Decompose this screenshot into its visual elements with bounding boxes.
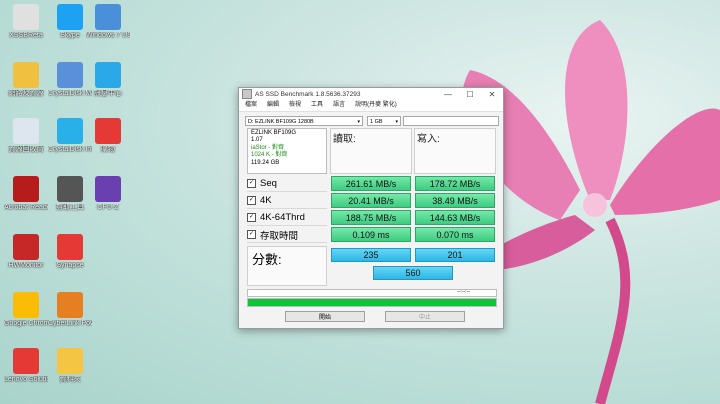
4k-write-value: 38.49 MB/s: [415, 193, 495, 208]
row-4k-64thrd[interactable]: ✓ 4K-64Thrd: [247, 210, 327, 226]
desktop-icon-label: HWMonitor: [8, 262, 44, 269]
app-icon: [13, 292, 39, 318]
size-select[interactable]: 1 GB ▾: [367, 116, 401, 126]
desktop-icon[interactable]: Acrobat Reader DC: [4, 176, 48, 212]
desktop-icon-label: 訊息中心: [94, 90, 122, 97]
drive-select[interactable]: D: EZLINK BF109G 1280B ▾: [245, 116, 363, 126]
read-header: 讀取:: [330, 128, 412, 174]
desktop-icon[interactable]: XSSBReta: [4, 4, 48, 40]
app-icon: [57, 118, 83, 144]
app-icon: [13, 176, 39, 202]
desktop-icon[interactable]: 購物: [86, 118, 130, 154]
elapsed-time: --:--:--: [457, 289, 470, 295]
desktop-icon[interactable]: 資源回收筒: [4, 118, 48, 154]
as-ssd-window: AS SSD Benchmark 1.8.5636.37293 — ☐ ✕ 檔案…: [238, 87, 504, 329]
row-seq[interactable]: ✓ Seq: [247, 176, 327, 192]
desktop-icon-label: Lenovo Solution...: [4, 376, 48, 383]
progress-bar: [247, 298, 497, 307]
score-total: 560: [373, 266, 453, 280]
score-read: 235: [331, 248, 411, 262]
seq-write-value: 178.72 MB/s: [415, 176, 495, 191]
menu-tools[interactable]: 工具: [311, 100, 323, 111]
abort-button[interactable]: 中止: [385, 311, 465, 322]
access-write-value: 0.070 ms: [415, 227, 495, 242]
desktop-icon[interactable]: CyberLink PowerDVD: [48, 292, 92, 328]
app-icon: [242, 89, 252, 99]
desktop-icon-label: Google Chrome: [4, 320, 48, 327]
write-header: 寫入:: [414, 128, 496, 174]
window-title: AS SSD Benchmark 1.8.5636.37293: [255, 90, 361, 98]
desktop-icon[interactable]: Windows 7 USB DVD...: [86, 4, 130, 40]
seq-read-value: 261.61 MB/s: [331, 176, 411, 191]
desktop-icon[interactable]: Lenovo Solution...: [4, 348, 48, 384]
desktop-icon-label: 網路及資源: [8, 90, 44, 97]
app-icon: [13, 118, 39, 144]
4k64-write-value: 144.63 MB/s: [415, 210, 495, 225]
desktop-icon-label: XSSBReta: [9, 32, 43, 39]
desktop-icon-label: 資料夾: [59, 376, 81, 383]
start-button[interactable]: 開始: [285, 311, 365, 322]
menu-file[interactable]: 檔案: [245, 100, 257, 111]
menu-language[interactable]: 語言: [333, 100, 345, 111]
desktop-icon[interactable]: 資料夾: [48, 348, 92, 384]
app-icon: [57, 176, 83, 202]
app-icon: [13, 348, 39, 374]
time-progress: --:--:--: [247, 289, 497, 297]
app-icon: [95, 176, 121, 202]
app-icon: [57, 292, 83, 318]
drive-alignment: 1024 K - 對齊: [251, 152, 288, 159]
progress-fill: [248, 299, 496, 306]
app-icon: [57, 234, 83, 260]
desktop-icon-label: 資源回收筒: [8, 146, 44, 153]
app-icon: [95, 4, 121, 30]
menu-bar: 檔案 編輯 檢視 工具 語言 說明(丹麥 繁化): [239, 100, 503, 112]
drive-capacity: 119.24 GB: [251, 159, 280, 166]
menu-edit[interactable]: 編輯: [267, 100, 279, 111]
4k64-read-value: 188.75 MB/s: [331, 210, 411, 225]
checkbox-checked-icon[interactable]: ✓: [247, 196, 256, 205]
desktop-icon-label: CyberLink PowerDVD: [48, 320, 92, 327]
maximize-button[interactable]: ☐: [459, 88, 481, 100]
app-icon: [95, 118, 121, 144]
desktop-icon[interactable]: HWMonitor: [4, 234, 48, 270]
desktop-icon-label: Synapse: [56, 262, 84, 269]
checkbox-checked-icon[interactable]: ✓: [247, 179, 256, 188]
extra-field[interactable]: [403, 116, 499, 126]
checkbox-checked-icon[interactable]: ✓: [247, 213, 256, 222]
desktop-icon-label: Acrobat Reader DC: [4, 204, 48, 211]
chevron-down-icon: ▾: [395, 119, 398, 125]
app-icon: [57, 348, 83, 374]
desktop-icon[interactable]: Google Chrome: [4, 292, 48, 328]
desktop-icon[interactable]: 訊息中心: [86, 62, 130, 98]
app-icon: [13, 62, 39, 88]
access-read-value: 0.109 ms: [331, 227, 411, 242]
4k-read-value: 20.41 MB/s: [331, 193, 411, 208]
row-access-time[interactable]: ✓ 存取時間: [247, 227, 327, 243]
checkbox-checked-icon[interactable]: ✓: [247, 230, 256, 239]
menu-view[interactable]: 檢視: [289, 100, 301, 111]
desktop-icon[interactable]: Synapse: [48, 234, 92, 270]
title-bar[interactable]: AS SSD Benchmark 1.8.5636.37293 — ☐ ✕: [239, 88, 503, 100]
app-icon: [13, 234, 39, 260]
desktop-icon[interactable]: 網路及資源: [4, 62, 48, 98]
app-icon: [95, 62, 121, 88]
score-write: 201: [415, 248, 495, 262]
drive-info-panel: EZLINK BF109G 1.07 iaStor - 對齊 1024 K - …: [247, 128, 327, 174]
app-icon: [57, 4, 83, 30]
drive-firmware: 1.07: [251, 137, 263, 144]
app-icon: [13, 4, 39, 30]
score-label: 分數:: [247, 246, 327, 286]
chevron-down-icon: ▾: [357, 119, 360, 125]
row-4k[interactable]: ✓ 4K: [247, 193, 327, 209]
drive-model: EZLINK BF109G: [251, 130, 297, 136]
menu-help[interactable]: 說明(丹麥 繁化): [355, 100, 397, 111]
close-button[interactable]: ✕: [481, 88, 503, 100]
minimize-button[interactable]: —: [437, 88, 459, 100]
desktop-icon[interactable]: CPU-Z: [86, 176, 130, 212]
desktop-icon-label: 購物: [101, 146, 115, 153]
desktop-icon-label: Windows 7 USB DVD...: [86, 32, 130, 39]
app-icon: [57, 62, 83, 88]
desktop-icon-label: CPU-Z: [97, 204, 119, 211]
